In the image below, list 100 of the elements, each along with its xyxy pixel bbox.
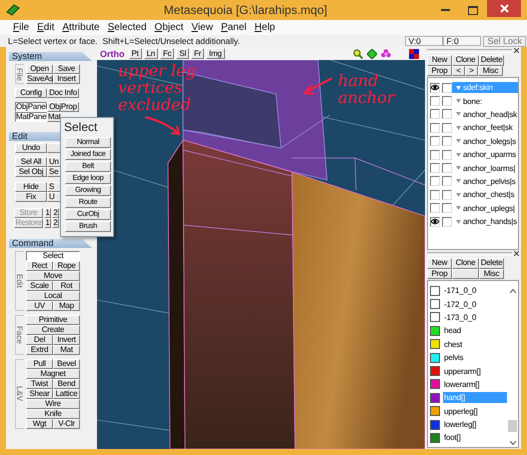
command-button[interactable]: V-Clr: [53, 419, 80, 429]
close-icon[interactable]: [514, 251, 519, 256]
scrollbar-thumb[interactable]: [508, 420, 517, 432]
edit-button[interactable]: Fix: [15, 192, 47, 202]
command-button[interactable]: Create: [26, 325, 80, 335]
expand-icon[interactable]: [456, 192, 461, 197]
view-toggle-button[interactable]: Pt: [128, 48, 142, 59]
visibility-checkbox[interactable]: [430, 122, 440, 133]
visibility-checkbox[interactable]: [430, 176, 440, 186]
command-button[interactable]: Primitive: [26, 315, 80, 325]
view-toggle-button[interactable]: Img: [206, 48, 225, 59]
command-button[interactable]: Scale: [26, 281, 53, 291]
object-panel-button[interactable]: Prop: [427, 66, 452, 76]
visibility-checkbox[interactable]: [430, 150, 440, 160]
material-name[interactable]: -173_0_0: [443, 312, 507, 323]
view-toggle-button[interactable]: Ln: [144, 48, 158, 59]
view-toggle-button[interactable]: Fr: [190, 48, 204, 59]
view-toggle-button[interactable]: Fc: [160, 48, 174, 59]
edit-button[interactable]: S: [47, 182, 60, 192]
command-button[interactable]: Rect: [26, 261, 53, 271]
object-row[interactable]: anchor_hands|s: [452, 216, 518, 228]
zoom-icon[interactable]: [353, 48, 363, 58]
edit-button[interactable]: Hide: [15, 182, 47, 192]
file-button[interactable]: Insert: [53, 74, 80, 84]
material-name[interactable]: foot[]: [443, 432, 507, 444]
command-button[interactable]: Wire: [26, 399, 80, 409]
edit-button[interactable]: Se: [47, 167, 60, 177]
blank-button[interactable]: [452, 268, 479, 279]
file-button[interactable]: SaveAs: [26, 74, 53, 84]
command-button[interactable]: Extrd: [26, 345, 53, 355]
expand-icon[interactable]: [456, 166, 461, 170]
menu-item[interactable]: Selected: [104, 22, 151, 33]
material-name[interactable]: pelvis: [443, 352, 507, 364]
scroll-down-icon[interactable]: [510, 441, 516, 445]
lock-checkbox[interactable]: [442, 150, 452, 160]
lock-checkbox[interactable]: [442, 82, 452, 93]
material-panel-button[interactable]: Delete: [479, 258, 504, 268]
visibility-checkbox[interactable]: [430, 216, 440, 227]
visibility-checkbox[interactable]: [430, 203, 440, 214]
expand-icon[interactable]: [456, 99, 461, 104]
command-button[interactable]: Magnet: [26, 369, 80, 379]
command-button[interactable]: Bevel: [53, 359, 80, 369]
object-panel-button[interactable]: <: [452, 66, 465, 76]
material-name[interactable]: lowerleg[]: [443, 419, 507, 430]
visibility-checkbox[interactable]: [430, 190, 440, 200]
lock-checkbox[interactable]: [442, 122, 452, 133]
material-name[interactable]: upperarm[]: [443, 366, 507, 377]
menu-item[interactable]: Help: [250, 22, 280, 33]
command-button[interactable]: Invert: [53, 335, 80, 345]
material-panel-button[interactable]: Misc: [479, 268, 504, 279]
system-button[interactable]: Doc Info: [47, 88, 79, 98]
expand-icon[interactable]: [456, 112, 461, 116]
panel-toggle-button[interactable]: MatPanel: [15, 112, 47, 122]
visibility-checkbox[interactable]: [430, 82, 440, 93]
covered-button[interactable]: [47, 143, 60, 153]
menu-item[interactable]: File: [9, 22, 34, 33]
visibility-checkbox[interactable]: [430, 109, 440, 120]
lock-checkbox[interactable]: [442, 136, 452, 146]
lock-checkbox[interactable]: [442, 96, 452, 106]
command-button[interactable]: Wgt: [26, 419, 53, 429]
command-button[interactable]: Rope: [53, 261, 80, 271]
expand-icon[interactable]: [456, 86, 461, 90]
object-row[interactable]: anchor_feet|sk: [452, 122, 518, 134]
material-panel-button[interactable]: New: [427, 258, 452, 268]
menu-item[interactable]: Edit: [33, 22, 58, 33]
menu-item[interactable]: Attribute: [58, 22, 104, 33]
object-row[interactable]: anchor_loarms|: [452, 162, 518, 174]
color-grid-icon[interactable]: [409, 48, 419, 58]
sel-lock-button[interactable]: Sel Lock: [483, 36, 526, 46]
command-button[interactable]: Shear: [26, 389, 53, 399]
lock-checkbox[interactable]: [442, 203, 452, 214]
flower-icon[interactable]: [381, 48, 391, 58]
object-panel-button[interactable]: New: [427, 55, 452, 66]
object-row[interactable]: bone:: [452, 96, 518, 107]
edit-button[interactable]: U: [47, 192, 60, 202]
close-button[interactable]: [487, 0, 521, 17]
scroll-up-icon[interactable]: [510, 289, 516, 293]
object-row[interactable]: anchor_chest|s: [452, 189, 518, 200]
expand-icon[interactable]: [456, 152, 461, 157]
object-row[interactable]: anchor_uparms: [452, 149, 518, 160]
menu-item[interactable]: Panel: [216, 22, 251, 33]
command-button[interactable]: Twist: [26, 379, 53, 389]
projection-label[interactable]: Ortho: [100, 48, 124, 58]
command-button[interactable]: Knife: [26, 409, 80, 419]
material-name[interactable]: upperleg[]: [443, 406, 507, 417]
view-toggle-button[interactable]: Sl: [176, 48, 189, 59]
expand-icon[interactable]: [456, 179, 461, 184]
visibility-checkbox[interactable]: [430, 163, 440, 174]
object-row[interactable]: anchor_pelvis|s: [452, 176, 518, 187]
command-button[interactable]: Map: [53, 301, 80, 311]
command-button[interactable]: Move: [26, 271, 80, 281]
lock-checkbox[interactable]: [442, 216, 452, 227]
material-panel-button[interactable]: Prop: [427, 268, 452, 279]
panel-toggle-button[interactable]: ObjProp: [47, 102, 79, 112]
material-name[interactable]: head: [443, 325, 507, 336]
command-button[interactable]: Pull: [26, 359, 53, 369]
material-name[interactable]: chest: [443, 338, 507, 350]
expand-icon[interactable]: [456, 126, 461, 130]
menu-item[interactable]: Object: [150, 22, 188, 33]
command-button[interactable]: Select: [26, 251, 80, 261]
